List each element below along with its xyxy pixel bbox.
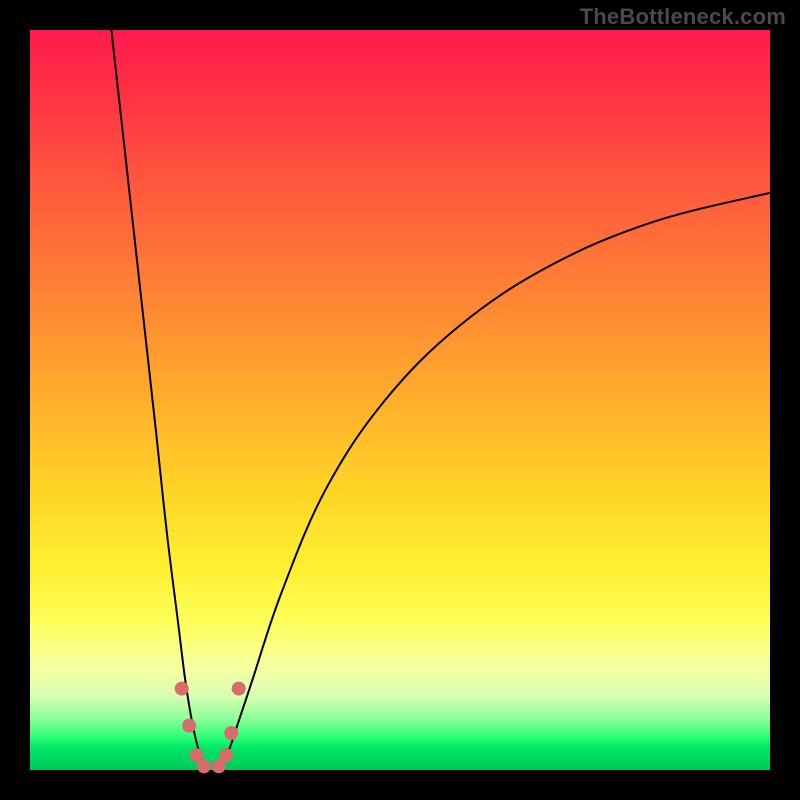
threshold-markers <box>175 682 246 774</box>
threshold-marker <box>197 759 211 773</box>
watermark-text: TheBottleneck.com <box>580 4 786 30</box>
threshold-marker <box>175 682 189 696</box>
threshold-marker <box>182 719 196 733</box>
threshold-marker <box>232 682 246 696</box>
chart-frame: TheBottleneck.com <box>0 0 800 800</box>
threshold-marker <box>219 748 233 762</box>
bottleneck-curve <box>111 30 770 772</box>
threshold-marker <box>224 726 238 740</box>
plot-area <box>30 30 770 770</box>
curve-svg <box>30 30 770 770</box>
